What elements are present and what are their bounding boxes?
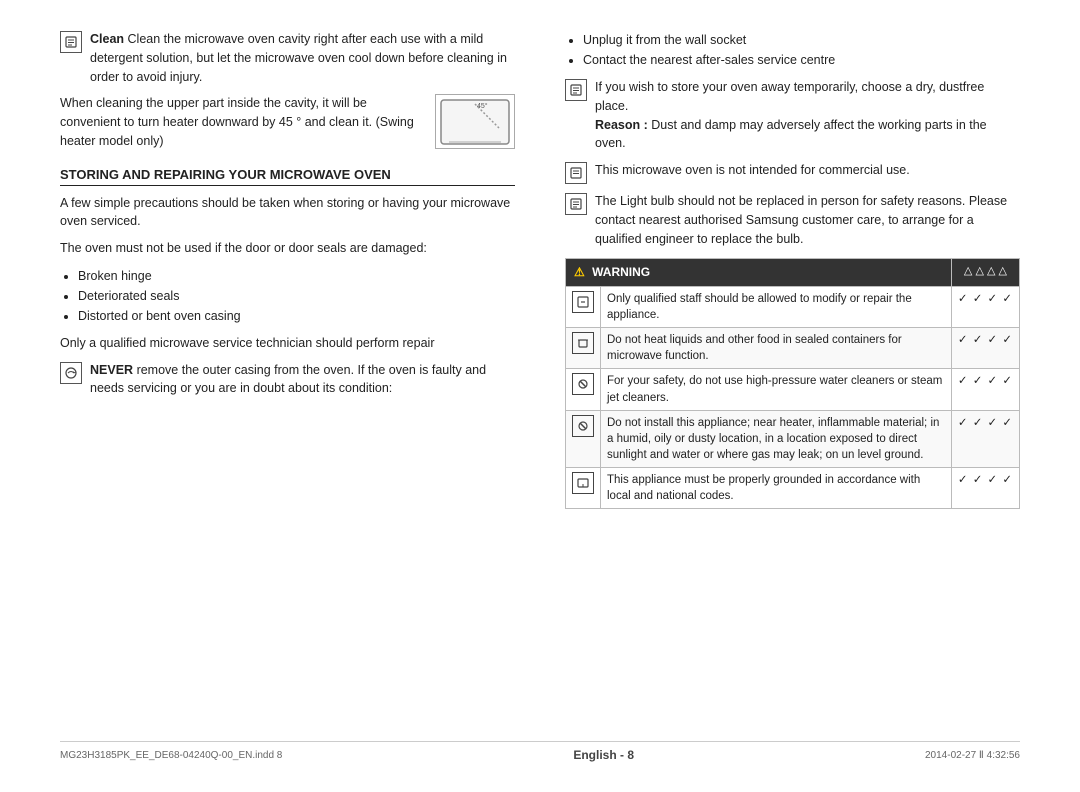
fire-icon: [572, 415, 594, 437]
never-icon: [60, 362, 82, 384]
container-icon: [572, 332, 594, 354]
bulb-icon: [565, 193, 587, 215]
warning-title: WARNING: [592, 265, 650, 279]
warning-row-5: This appliance must be properly grounded…: [566, 467, 1020, 508]
warning-icon-2: [566, 328, 601, 369]
qualified-text: Only a qualified microwave service techn…: [60, 334, 515, 353]
page: Clean Clean the microwave oven cavity ri…: [0, 0, 1080, 792]
warning-text-2: Do not heat liquids and other food in se…: [601, 328, 952, 369]
footer-filename: MG23H3185PK_EE_DE68-04240Q-00_EN.indd 8: [60, 750, 282, 761]
footer-date: 2014-02-27 Ⅱ 4:32:56: [925, 750, 1020, 761]
door-text: The oven must not be used if the door or…: [60, 239, 515, 258]
warning-text-4: Do not install this appliance; near heat…: [601, 410, 952, 467]
warning-text-5: This appliance must be properly grounded…: [601, 467, 952, 508]
bullet-deteriorated-seals: Deteriorated seals: [78, 286, 515, 306]
warning-checks-1: ✓ ✓ ✓ ✓: [951, 287, 1019, 328]
warning-row-1: Only qualified staff should be allowed t…: [566, 287, 1020, 328]
bullet-distorted-casing: Distorted or bent oven casing: [78, 306, 515, 326]
bulb-paragraph: The Light bulb should not be replaced in…: [565, 192, 1020, 248]
main-content: Clean Clean the microwave oven cavity ri…: [60, 30, 1020, 731]
warning-text-1: Only qualified staff should be allowed t…: [601, 287, 952, 328]
warning-row-2: Do not heat liquids and other food in se…: [566, 328, 1020, 369]
commercial-text: This microwave oven is not intended for …: [595, 161, 910, 180]
commercial-icon: [565, 162, 587, 184]
damage-list: Broken hinge Deteriorated seals Distorte…: [78, 266, 515, 326]
right-column: Unplug it from the wall socket Contact t…: [555, 30, 1020, 731]
footer: MG23H3185PK_EE_DE68-04240Q-00_EN.indd 8 …: [60, 741, 1020, 762]
warning-icon-3: [566, 369, 601, 410]
unplug-list: Unplug it from the wall socket Contact t…: [583, 30, 1020, 70]
page-number: English - 8: [282, 748, 925, 762]
store-paragraph: If you wish to store your oven away temp…: [565, 78, 1020, 153]
precautions-text: A few simple precautions should be taken…: [60, 194, 515, 232]
warning-checks-3: ✓ ✓ ✓ ✓: [951, 369, 1019, 410]
left-column: Clean Clean the microwave oven cavity ri…: [60, 30, 525, 731]
warning-header-row: ⚠ WARNING △ △ △ △: [566, 259, 1020, 287]
commercial-paragraph: This microwave oven is not intended for …: [565, 161, 1020, 184]
warning-icon-4: [566, 410, 601, 467]
section-title: STORING AND REPAIRING YOUR MICROWAVE OVE…: [60, 167, 515, 186]
bullet-unplug: Unplug it from the wall socket: [583, 30, 1020, 50]
warning-row-3: For your safety, do not use high-pressur…: [566, 369, 1020, 410]
warning-icon-5: [566, 467, 601, 508]
ground-icon: [572, 472, 594, 494]
cavity-image: 45°: [435, 94, 515, 149]
memo-icon: [60, 31, 82, 53]
never-paragraph: NEVER remove the outer casing from the o…: [60, 361, 515, 399]
never-text: NEVER remove the outer casing from the o…: [90, 361, 515, 399]
swing-section: 45° When cleaning the upper part inside …: [60, 94, 515, 158]
warning-table: ⚠ WARNING △ △ △ △: [565, 258, 1020, 509]
water-icon: [572, 373, 594, 395]
clean-text: Clean Clean the microwave oven cavity ri…: [90, 30, 515, 86]
tools-icon: [572, 291, 594, 313]
warning-icon-1: [566, 287, 601, 328]
warning-checks-2: ✓ ✓ ✓ ✓: [951, 328, 1019, 369]
warning-checks-4: ✓ ✓ ✓ ✓: [951, 410, 1019, 467]
store-text: If you wish to store your oven away temp…: [595, 78, 1020, 153]
bullet-broken-hinge: Broken hinge: [78, 266, 515, 286]
warning-checks-5: ✓ ✓ ✓ ✓: [951, 467, 1019, 508]
bullet-contact: Contact the nearest after-sales service …: [583, 50, 1020, 70]
clean-paragraph: Clean Clean the microwave oven cavity ri…: [60, 30, 515, 86]
bulb-text: The Light bulb should not be replaced in…: [595, 192, 1020, 248]
warning-text-3: For your safety, do not use high-pressur…: [601, 369, 952, 410]
warning-row-4: Do not install this appliance; near heat…: [566, 410, 1020, 467]
svg-text:45°: 45°: [477, 102, 488, 110]
store-icon: [565, 79, 587, 101]
